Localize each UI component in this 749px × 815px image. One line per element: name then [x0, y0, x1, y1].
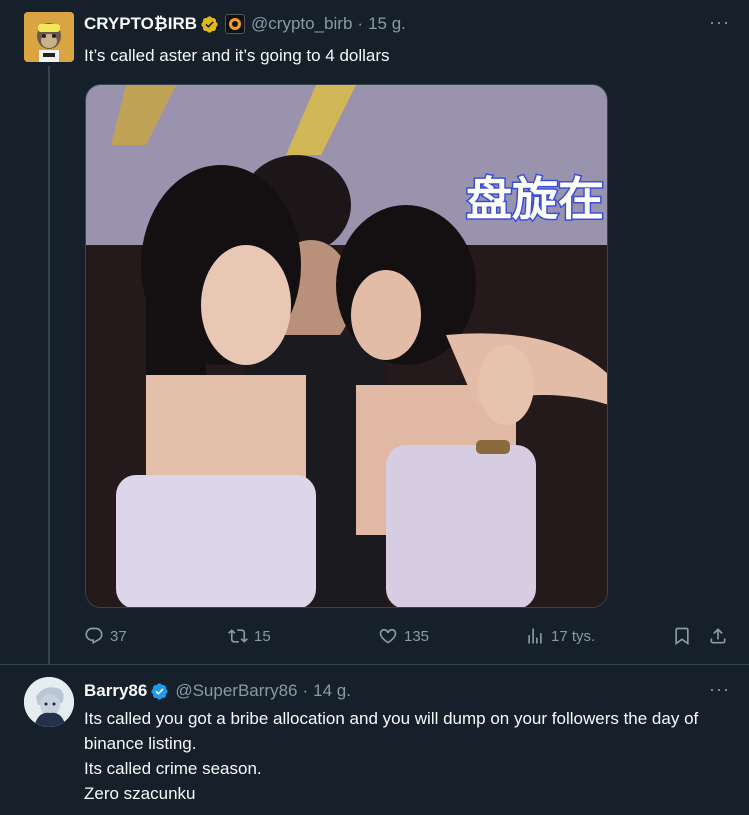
more-dots-icon[interactable]: ··· — [709, 13, 729, 36]
user-handle[interactable]: @crypto_birb — [251, 14, 352, 34]
more-dots-icon[interactable]: ··· — [709, 680, 729, 703]
verified-gold-icon[interactable] — [200, 15, 219, 34]
tweet-text: Its called you got a bribe allocation an… — [84, 706, 729, 806]
timestamp[interactable]: 15 g. — [368, 14, 406, 34]
share-button[interactable] — [708, 622, 728, 650]
separator-dot: · — [357, 14, 364, 33]
tweet-text: It’s called aster and it’s going to 4 do… — [84, 46, 390, 65]
reply-count: 37 — [110, 627, 127, 645]
timestamp[interactable]: 14 g. — [313, 681, 351, 701]
separator-dot: · — [302, 681, 309, 700]
views-button[interactable]: 17 tys. — [525, 622, 595, 650]
like-button[interactable]: 135 — [378, 622, 429, 650]
display-name[interactable]: Barry86 — [84, 681, 147, 701]
retweet-count: 15 — [254, 627, 271, 645]
tweet-text-line: Zero szacunku — [84, 784, 196, 803]
like-count: 135 — [404, 627, 430, 645]
views-chart-icon — [528, 628, 542, 644]
affiliate-badge-icon[interactable] — [225, 14, 246, 34]
share-icon — [710, 628, 726, 644]
reply-button[interactable]: 37 — [84, 622, 127, 650]
thread-line — [48, 66, 50, 664]
verified-blue-icon[interactable] — [150, 682, 169, 701]
retweet-button[interactable]: 15 — [228, 622, 271, 650]
photo-scene: 盘旋在 — [86, 85, 607, 607]
tweet-photo[interactable]: 盘旋在 — [85, 84, 608, 608]
retweet-icon — [228, 629, 248, 643]
tweet-text-line: Its called you got a bribe allocation an… — [84, 709, 699, 753]
reply-icon — [85, 627, 103, 645]
bookmark-icon — [675, 627, 689, 646]
tweet-header: CRYPTO₿IRB @crypto_birb · 15 g. — [84, 13, 406, 35]
tweet-text-line: Its called crime season. — [84, 759, 262, 778]
tweet-actions: 37 15 135 17 tys. — [84, 622, 734, 650]
avatar[interactable] — [24, 12, 74, 62]
tweet-barry86[interactable]: Barry86 @SuperBarry86 · 14 g. ··· Its ca… — [0, 664, 749, 815]
user-handle[interactable]: @SuperBarry86 — [175, 681, 297, 701]
tweet-header: Barry86 @SuperBarry86 · 14 g. — [84, 680, 351, 702]
avatar[interactable] — [24, 677, 74, 727]
heart-icon — [379, 628, 397, 644]
views-count: 17 tys. — [551, 627, 596, 645]
bookmark-button[interactable] — [672, 622, 692, 650]
tweet-crypto-birb[interactable]: CRYPTO₿IRB @crypto_birb · 15 g. ··· It’s… — [0, 0, 749, 664]
display-name[interactable]: CRYPTO₿IRB — [84, 14, 197, 34]
photo-overlay-text: 盘旋在 — [466, 172, 604, 226]
